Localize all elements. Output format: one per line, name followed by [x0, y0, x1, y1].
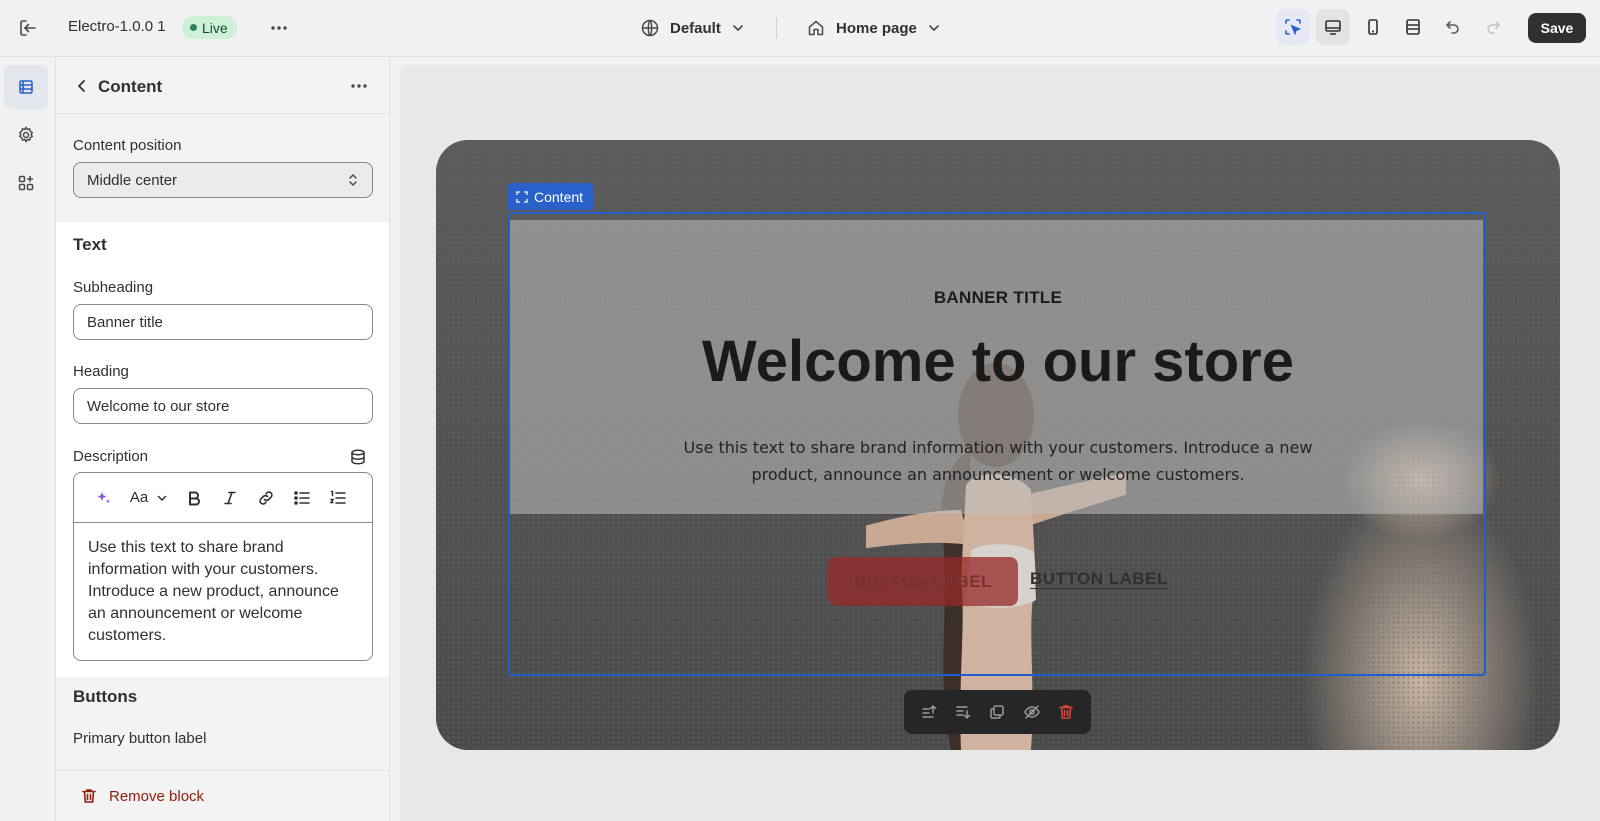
- content-position-value: Middle center: [87, 171, 178, 189]
- desktop-view-icon[interactable]: [1316, 9, 1350, 45]
- locale-label: Default: [670, 19, 721, 37]
- delete-trash-icon[interactable]: [1052, 698, 1080, 726]
- content-position-select[interactable]: Middle center: [73, 162, 373, 198]
- settings-panel: Content Content position Middle center T…: [56, 57, 390, 821]
- left-rail: [0, 57, 56, 821]
- content-tag-label: Content: [534, 188, 584, 205]
- page-selector[interactable]: Home page: [806, 13, 941, 43]
- apps-icon[interactable]: [4, 161, 48, 205]
- settings-gear-icon[interactable]: [4, 113, 48, 157]
- remove-block-label: Remove block: [109, 788, 205, 805]
- content-block-tag[interactable]: Content: [508, 183, 594, 210]
- font-size-icon: Aa: [129, 489, 149, 506]
- inspector-select-icon[interactable]: [1276, 9, 1310, 45]
- editor-toolbar: Aa: [74, 473, 372, 523]
- page-label: Home page: [836, 19, 917, 37]
- duplicate-icon[interactable]: [983, 698, 1011, 726]
- topbar-divider: [776, 17, 777, 39]
- subheading-input[interactable]: Banner title: [73, 304, 373, 340]
- panel-more-icon[interactable]: [345, 72, 373, 100]
- exit-icon[interactable]: [14, 14, 42, 42]
- theme-name: Electro-1.0.0 1: [68, 18, 166, 35]
- status-badge: Live: [182, 16, 237, 39]
- move-down-icon[interactable]: [949, 698, 977, 726]
- banner-description[interactable]: Use this text to share brand information…: [666, 434, 1330, 488]
- description-editor[interactable]: Aa Use this text to share brand informat…: [73, 472, 373, 661]
- content-position-label: Content position: [73, 137, 182, 154]
- chevron-down-icon: [929, 25, 939, 32]
- redo-icon[interactable]: [1476, 9, 1510, 45]
- remove-block-button[interactable]: Remove block: [56, 770, 389, 821]
- ai-sparkle-icon[interactable]: [86, 483, 122, 513]
- hide-eye-icon[interactable]: [1018, 698, 1046, 726]
- trash-icon: [82, 789, 96, 803]
- chevron-down-icon: [157, 495, 167, 501]
- banner-heading[interactable]: Welcome to our store: [436, 328, 1560, 395]
- frame-icon: [516, 190, 528, 203]
- text-style-dropdown[interactable]: Aa: [122, 483, 176, 513]
- fullwidth-view-icon[interactable]: [1396, 9, 1430, 45]
- more-actions-icon[interactable]: [265, 14, 293, 42]
- text-section-title: Text: [73, 235, 107, 254]
- dynamic-source-icon[interactable]: [349, 448, 367, 466]
- home-icon: [808, 20, 824, 36]
- description-text[interactable]: Use this text to share brand information…: [74, 523, 372, 660]
- bold-icon[interactable]: [176, 483, 212, 513]
- primary-button-label-field-label: Primary button label: [73, 730, 207, 747]
- chevron-down-icon: [733, 25, 743, 32]
- banner-subheading[interactable]: BANNER TITLE: [436, 288, 1560, 308]
- panel-title: Content: [98, 77, 163, 96]
- globe-icon: [641, 19, 659, 37]
- banner-secondary-button[interactable]: BUTTON LABEL: [1030, 569, 1168, 589]
- heading-value: Welcome to our store: [87, 397, 230, 415]
- move-up-icon[interactable]: [915, 698, 943, 726]
- description-label: Description: [73, 448, 149, 465]
- select-arrows-icon: [349, 173, 357, 187]
- undo-icon[interactable]: [1436, 9, 1470, 45]
- mobile-view-icon[interactable]: [1356, 9, 1390, 45]
- save-button[interactable]: Save: [1528, 13, 1586, 43]
- block-floating-toolbar: [904, 690, 1091, 734]
- back-arrow-icon[interactable]: [70, 74, 94, 98]
- link-icon[interactable]: [248, 483, 284, 513]
- panel-header: Content: [56, 57, 390, 114]
- heading-input[interactable]: Welcome to our store: [73, 388, 373, 424]
- bullet-list-icon[interactable]: [284, 483, 320, 513]
- banner-primary-button[interactable]: BUTTON LABEL: [828, 557, 1018, 606]
- view-controls: [1276, 9, 1510, 45]
- image-banner[interactable]: Content BANNER TITLE Welcome to our stor…: [436, 140, 1560, 750]
- buttons-section-title: Buttons: [73, 687, 138, 706]
- status-badge-label: Live: [202, 19, 228, 36]
- subheading-label: Subheading: [73, 279, 154, 296]
- subheading-value: Banner title: [87, 313, 163, 331]
- heading-label: Heading: [73, 363, 129, 380]
- locale-selector[interactable]: Default: [640, 13, 745, 43]
- numbered-list-icon[interactable]: [320, 483, 356, 513]
- text-section: Text Subheading Banner title Heading Wel…: [56, 222, 389, 677]
- top-bar: Electro-1.0.0 1 Live Default Home page S…: [0, 0, 1600, 57]
- live-dot-icon: [190, 24, 197, 31]
- italic-icon[interactable]: [212, 483, 248, 513]
- sections-icon[interactable]: [4, 65, 48, 109]
